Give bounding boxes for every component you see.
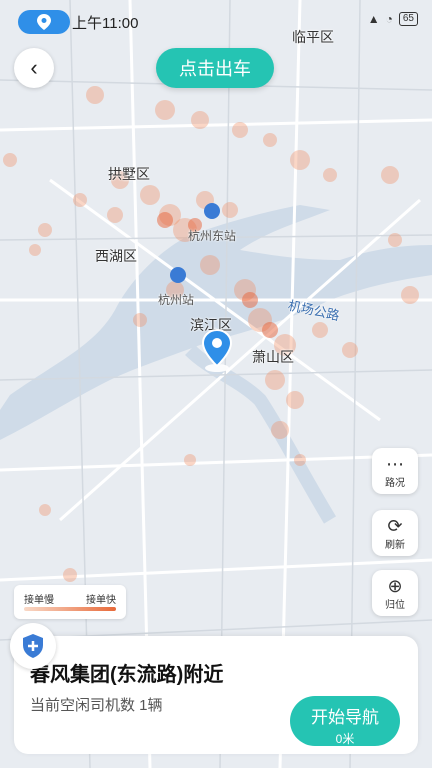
signal-icon: ▲ [367,12,380,26]
traffic-button[interactable]: ⋯ 路况 [372,448,418,494]
chevron-left-icon: ‹ [30,55,38,80]
refresh-label: 刷新 [385,539,405,551]
safety-shield-button[interactable] [10,623,56,669]
location-card: 春风集团(东流路)附近 当前空闲司机数 1辆 开始导航 0米 [14,636,418,754]
status-bar: 上午11:00 ▲ ◔ 65 [0,0,432,40]
heat-legend: 接单慢 接单快 [14,585,126,619]
map-label-xihu: 西湖区 [95,248,137,264]
start-navigation-label: 开始导航 [311,708,379,727]
map-label-hz-east-station: 杭州东站 [188,229,237,243]
location-indicator [18,10,70,34]
battery-icon: 65 [398,12,418,26]
current-location-pin-icon [201,328,233,372]
location-pin-icon [37,14,51,30]
idle-drivers-count: 当前空闲司机数 1辆 [30,697,163,714]
refresh-button[interactable]: ⟳ 刷新 [372,510,418,556]
map-label-hz-station: 杭州站 [158,293,195,307]
status-time: 上午11:00 [72,15,139,32]
legend-gradient-bar [24,607,116,611]
locate-button[interactable]: ⊕ 归位 [372,570,418,616]
locate-label: 归位 [385,599,405,611]
status-icons: ▲ ◔ 65 [368,12,418,26]
place-name: 春风集团(东流路)附近 [30,664,224,686]
wifi-icon: ◔ [385,12,393,26]
map-label-xiaoshan: 萧山区 [252,349,294,365]
back-button[interactable]: ‹ [14,48,54,88]
depart-button[interactable]: 点击出车 [156,48,274,88]
shield-icon [23,634,43,658]
traffic-icon: ⋯ [386,453,404,474]
map-label-gongshu: 拱墅区 [108,166,150,182]
refresh-icon: ⟳ [387,515,403,536]
traffic-label: 路况 [385,477,405,489]
crosshair-icon: ⊕ [387,575,403,596]
navigation-distance: 0米 [335,732,355,746]
legend-slow-label: 接单慢 [24,595,54,606]
legend-fast-label: 接单快 [86,595,116,606]
map-label-linping: 临平区 [292,29,334,45]
start-navigation-button[interactable]: 开始导航 0米 [290,696,400,746]
